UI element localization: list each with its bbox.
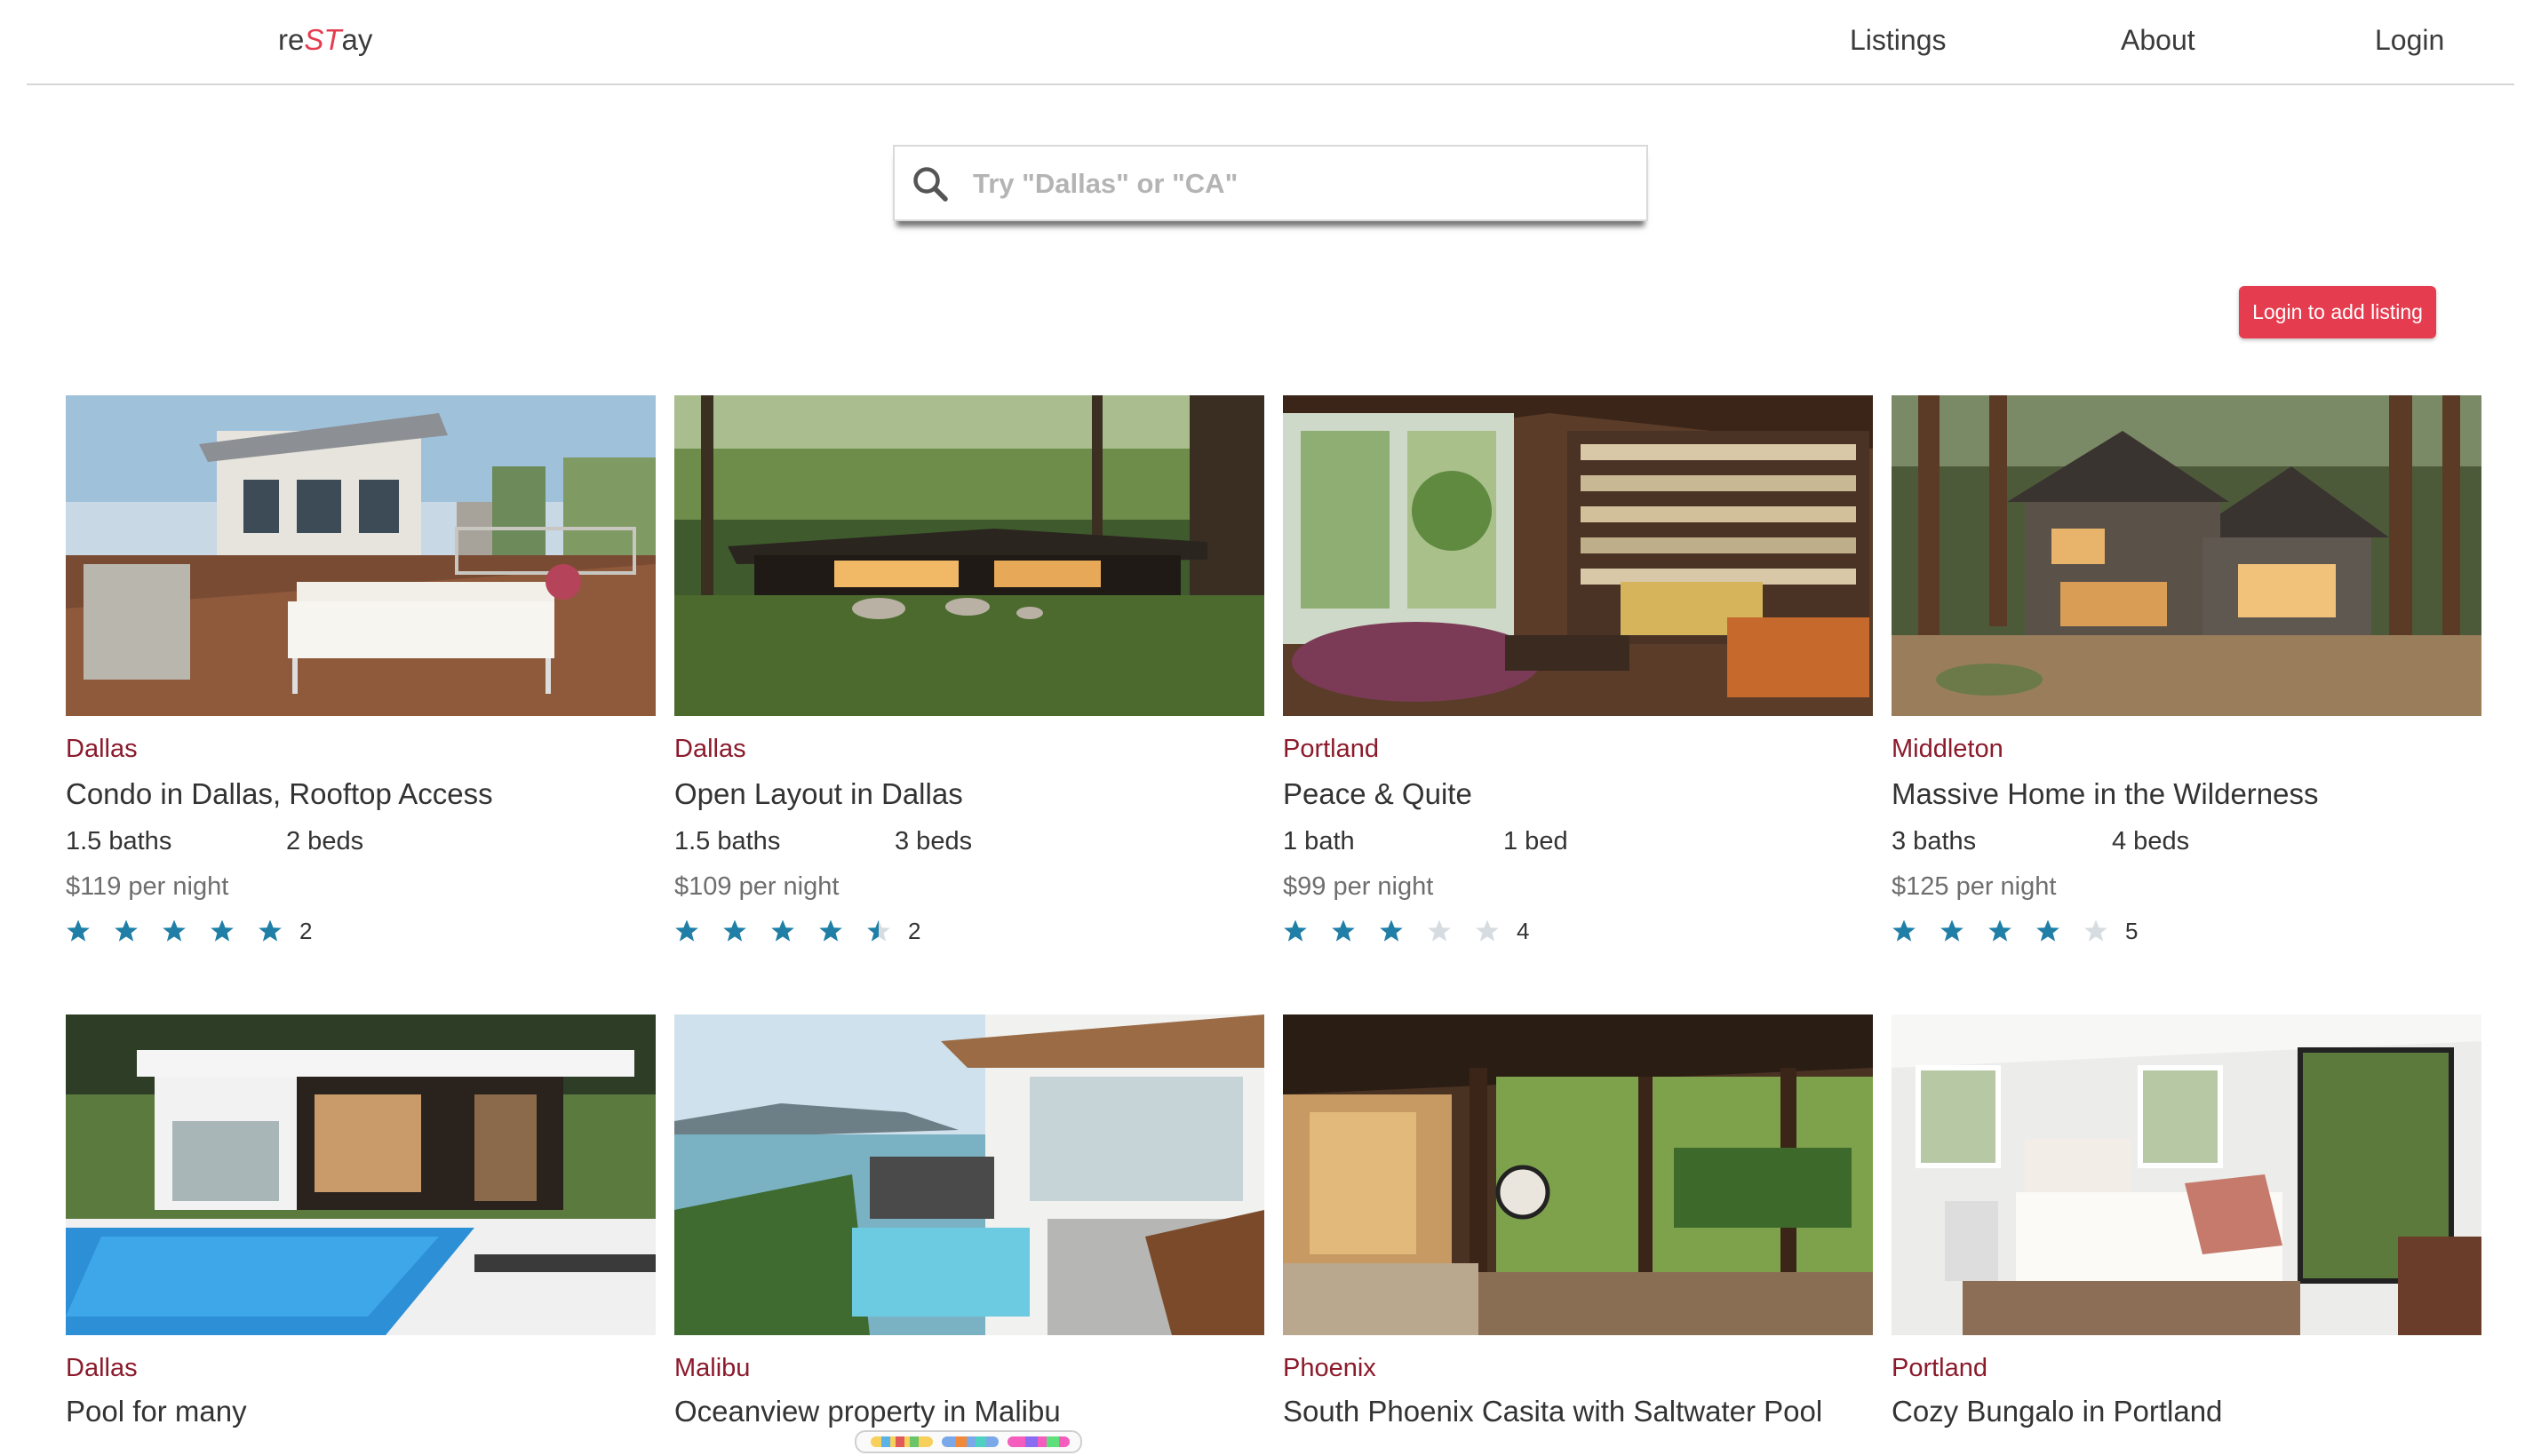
nav-listings-link[interactable]: Listings [1850, 24, 1947, 57]
listing-city: Dallas [66, 735, 138, 763]
brand-suffix: ay [341, 23, 373, 56]
star-empty-icon [1428, 919, 1451, 942]
review-count: 4 [1517, 918, 1530, 944]
listing-price: $119 per night [66, 872, 229, 901]
listing-photo-bedroom[interactable] [1892, 1014, 2481, 1335]
star-icon [771, 919, 794, 942]
search-bar[interactable] [893, 145, 1648, 221]
listing-title[interactable]: Massive Home in the Wilderness [1892, 777, 2319, 811]
brand-highlight: ST [304, 23, 342, 56]
listing-title[interactable]: Oceanview property in Malibu [674, 1395, 1061, 1428]
review-count: 2 [299, 918, 313, 944]
listing-photo-casita[interactable] [1283, 1014, 1873, 1335]
listing-price: $99 per night [1283, 872, 1434, 901]
color-palette-widget[interactable] [855, 1430, 1082, 1453]
star-icon [2036, 919, 2059, 942]
listing-photo-library[interactable] [1283, 395, 1873, 716]
listing-photo-pool[interactable] [66, 1014, 656, 1335]
star-icon [163, 919, 186, 942]
listing-title[interactable]: Condo in Dallas, Rooftop Access [66, 777, 493, 811]
star-icon [1988, 919, 2011, 942]
listing-beds: 3 beds [895, 827, 973, 855]
listing-city: Phoenix [1283, 1354, 1376, 1382]
listing-photo-wilderness[interactable] [1892, 395, 2481, 716]
listing-photo-oceanview[interactable] [674, 1014, 1264, 1335]
star-icon [675, 919, 698, 942]
star-icon [1892, 919, 1916, 942]
listing-title[interactable]: Peace & Quite [1283, 777, 1472, 811]
login-to-add-listing-button[interactable]: Login to add listing [2239, 286, 2436, 338]
listing-beds: 1 bed [1503, 827, 1568, 855]
star-icon [67, 919, 90, 942]
listing-city: Middleton [1892, 735, 2003, 763]
listing-city: Malibu [674, 1354, 751, 1382]
listing-photo-open-layout[interactable] [674, 395, 1264, 716]
star-icon [211, 919, 234, 942]
listing-city: Dallas [66, 1354, 138, 1382]
listing-beds: 4 beds [2112, 827, 2190, 855]
star-empty-icon [2084, 919, 2107, 942]
listing-title[interactable]: South Phoenix Casita with Saltwater Pool [1283, 1395, 1822, 1428]
listing-baths: 1.5 baths [66, 827, 172, 855]
listing-photo-rooftop[interactable] [66, 395, 656, 716]
listing-title[interactable]: Pool for many [66, 1395, 247, 1428]
star-icon [819, 919, 842, 942]
star-icon [259, 919, 282, 942]
review-count: 2 [908, 918, 921, 944]
listing-city: Dallas [674, 735, 746, 763]
listing-baths: 1.5 baths [674, 827, 781, 855]
star-empty-icon [1476, 919, 1499, 942]
listing-city: Portland [1283, 735, 1380, 763]
listing-price: $125 per night [1892, 872, 2057, 901]
star-icon [723, 919, 746, 942]
top-navbar: reSTay Listings About Login [27, 0, 2514, 85]
search-input[interactable] [971, 159, 1632, 209]
listing-price: $109 per night [674, 872, 840, 901]
nav-about-link[interactable]: About [2121, 24, 2195, 57]
brand-logo[interactable]: reSTay [278, 23, 372, 57]
star-icon [1284, 919, 1307, 942]
listing-baths: 3 baths [1892, 827, 1977, 855]
listing-title[interactable]: Cozy Bungalo in Portland [1892, 1395, 2222, 1428]
brand-prefix: re [278, 23, 305, 56]
star-icon [1380, 919, 1403, 942]
listing-baths: 1 bath [1283, 827, 1355, 855]
star-half-icon [867, 919, 890, 942]
search-icon [913, 167, 948, 202]
listing-title[interactable]: Open Layout in Dallas [674, 777, 963, 811]
nav-login-link[interactable]: Login [2375, 24, 2444, 57]
star-icon [1332, 919, 1355, 942]
palette-icon [871, 1436, 1070, 1447]
listing-city: Portland [1892, 1354, 1988, 1382]
star-icon [1940, 919, 1964, 942]
star-icon [115, 919, 138, 942]
review-count: 5 [2125, 918, 2139, 944]
listing-beds: 2 beds [286, 827, 364, 855]
